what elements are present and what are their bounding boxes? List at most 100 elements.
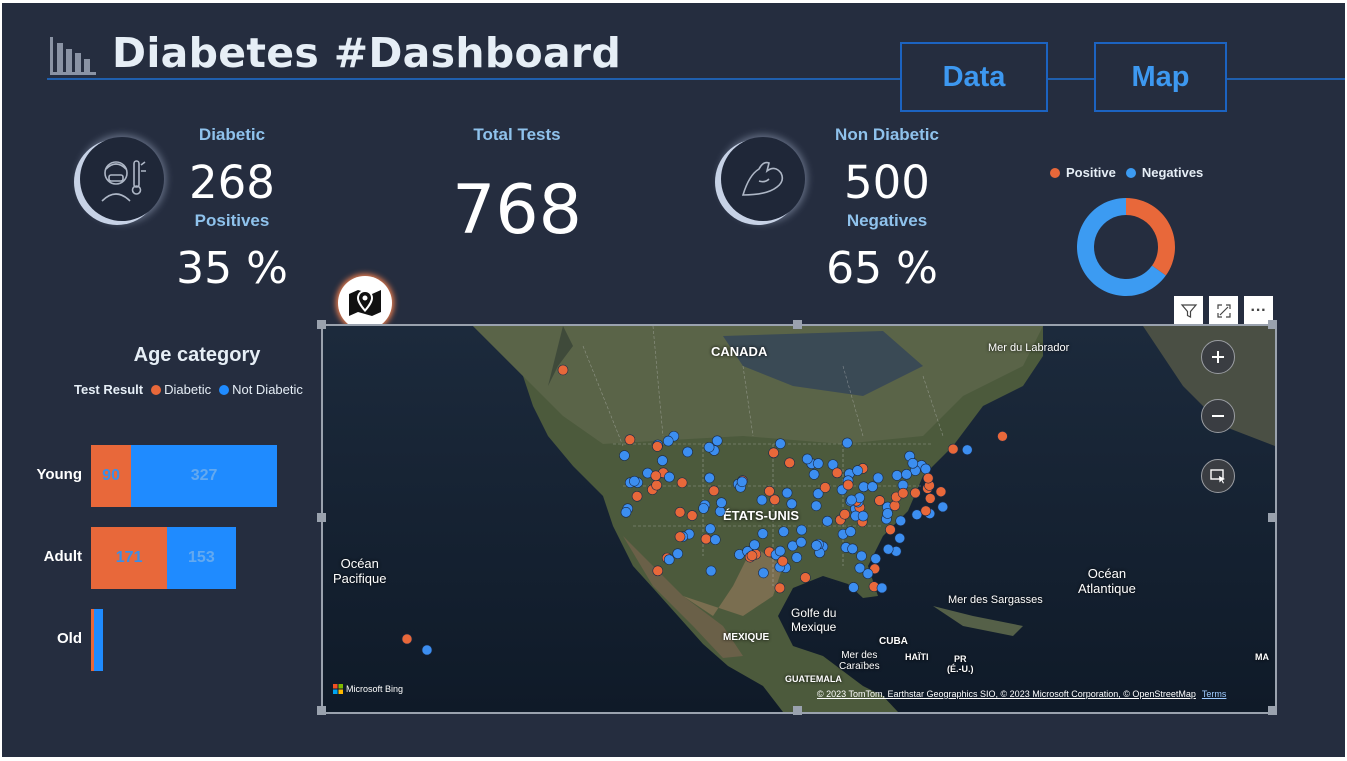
map-point[interactable]	[557, 364, 569, 376]
map-point[interactable]	[997, 430, 1008, 442]
attribution-text[interactable]: © 2023 TomTom, Earthstar Geographics SIO…	[817, 689, 1196, 699]
map-point[interactable]	[802, 453, 813, 465]
bar-not-diabetic-old[interactable]	[94, 609, 104, 671]
map-point[interactable]	[842, 437, 853, 449]
resize-handle[interactable]	[1268, 706, 1277, 715]
map-point[interactable]	[676, 477, 688, 489]
map-point[interactable]	[674, 507, 686, 518]
map-point[interactable]	[714, 506, 726, 517]
map-point[interactable]	[705, 523, 716, 535]
map-point[interactable]	[620, 507, 632, 518]
donut-slice-positive[interactable]	[1126, 198, 1175, 276]
terms-link[interactable]: Terms	[1202, 689, 1227, 699]
map-point[interactable]	[897, 487, 909, 499]
map-point[interactable]	[857, 510, 869, 522]
map-point[interactable]	[703, 442, 715, 453]
map-point[interactable]	[882, 508, 893, 519]
map-point[interactable]	[757, 528, 769, 539]
map-point[interactable]	[885, 524, 896, 536]
map-point[interactable]	[672, 548, 684, 559]
map-point[interactable]	[619, 450, 630, 461]
map-point[interactable]	[674, 531, 686, 543]
map-point[interactable]	[756, 494, 768, 506]
focus-mode-button[interactable]	[1209, 296, 1238, 325]
map-point[interactable]	[810, 500, 822, 512]
map-point[interactable]	[961, 444, 973, 456]
map-point[interactable]	[774, 545, 786, 557]
map-point[interactable]	[775, 438, 786, 449]
map-visual[interactable]: CANADA Mer du Labrador ÉTATS-UNIS Océan …	[321, 324, 1277, 714]
map-point[interactable]	[812, 458, 824, 469]
map-point[interactable]	[698, 503, 709, 514]
map-point[interactable]	[854, 562, 866, 574]
map-point[interactable]	[700, 533, 712, 545]
map-point[interactable]	[874, 495, 885, 506]
map-point[interactable]	[870, 553, 882, 564]
map-data-points[interactable]	[323, 326, 1275, 712]
map-point[interactable]	[831, 467, 843, 479]
map-point[interactable]	[421, 644, 433, 656]
resize-handle[interactable]	[1268, 320, 1277, 329]
map-point[interactable]	[664, 471, 675, 483]
map-point[interactable]	[704, 472, 715, 484]
map-point[interactable]	[682, 446, 693, 458]
map-point[interactable]	[889, 500, 901, 512]
map-point[interactable]	[768, 447, 779, 459]
map-point[interactable]	[764, 485, 775, 497]
map-point[interactable]	[705, 565, 717, 577]
map-point[interactable]	[710, 534, 721, 545]
map-point[interactable]	[872, 472, 884, 484]
map-point[interactable]	[746, 550, 758, 561]
map-point[interactable]	[845, 526, 856, 537]
map-point[interactable]	[652, 441, 663, 452]
map-point[interactable]	[784, 457, 795, 469]
resize-handle[interactable]	[1268, 513, 1277, 522]
map-point[interactable]	[867, 481, 878, 492]
map-point[interactable]	[749, 539, 760, 551]
filter-button[interactable]	[1174, 296, 1203, 325]
map-point[interactable]	[629, 475, 640, 487]
map-point[interactable]	[848, 582, 859, 593]
map-point[interactable]	[910, 487, 921, 499]
resize-handle[interactable]	[317, 320, 326, 329]
resize-handle[interactable]	[317, 513, 326, 522]
map-point[interactable]	[650, 470, 662, 482]
map-point[interactable]	[911, 509, 923, 520]
map-point[interactable]	[711, 435, 723, 447]
map-point[interactable]	[652, 565, 664, 577]
map-point[interactable]	[657, 455, 668, 466]
zoom-out-button[interactable]	[1201, 399, 1235, 433]
map-point[interactable]	[839, 509, 851, 520]
zoom-in-button[interactable]	[1201, 340, 1235, 374]
map-point[interactable]	[937, 501, 949, 513]
map-point[interactable]	[624, 434, 636, 445]
map-point[interactable]	[882, 543, 894, 555]
map-point[interactable]	[781, 487, 793, 499]
map-point[interactable]	[651, 479, 662, 491]
map-point[interactable]	[920, 463, 932, 475]
data-nav-button[interactable]: Data	[900, 42, 1048, 112]
map-point[interactable]	[808, 469, 820, 480]
map-pin-icon[interactable]	[338, 276, 392, 330]
map-point[interactable]	[947, 443, 959, 455]
map-point[interactable]	[758, 567, 769, 579]
map-point[interactable]	[907, 458, 919, 469]
map-point[interactable]	[796, 524, 807, 536]
map-point[interactable]	[769, 494, 781, 506]
map-point[interactable]	[777, 555, 789, 567]
map-point[interactable]	[736, 476, 748, 488]
map-point[interactable]	[895, 515, 906, 527]
map-point[interactable]	[708, 485, 720, 497]
donut-chart[interactable]	[1074, 195, 1178, 299]
resize-handle[interactable]	[793, 706, 802, 715]
legend-negative[interactable]: Negatives	[1125, 165, 1203, 180]
map-point[interactable]	[786, 498, 798, 510]
map-point[interactable]	[662, 435, 674, 447]
map-point[interactable]	[822, 515, 833, 527]
map-point[interactable]	[811, 540, 822, 551]
map-point[interactable]	[716, 497, 727, 508]
map-point[interactable]	[774, 582, 786, 594]
selection-tool-button[interactable]	[1201, 459, 1235, 493]
map-point[interactable]	[819, 482, 831, 493]
map-point[interactable]	[778, 526, 789, 537]
